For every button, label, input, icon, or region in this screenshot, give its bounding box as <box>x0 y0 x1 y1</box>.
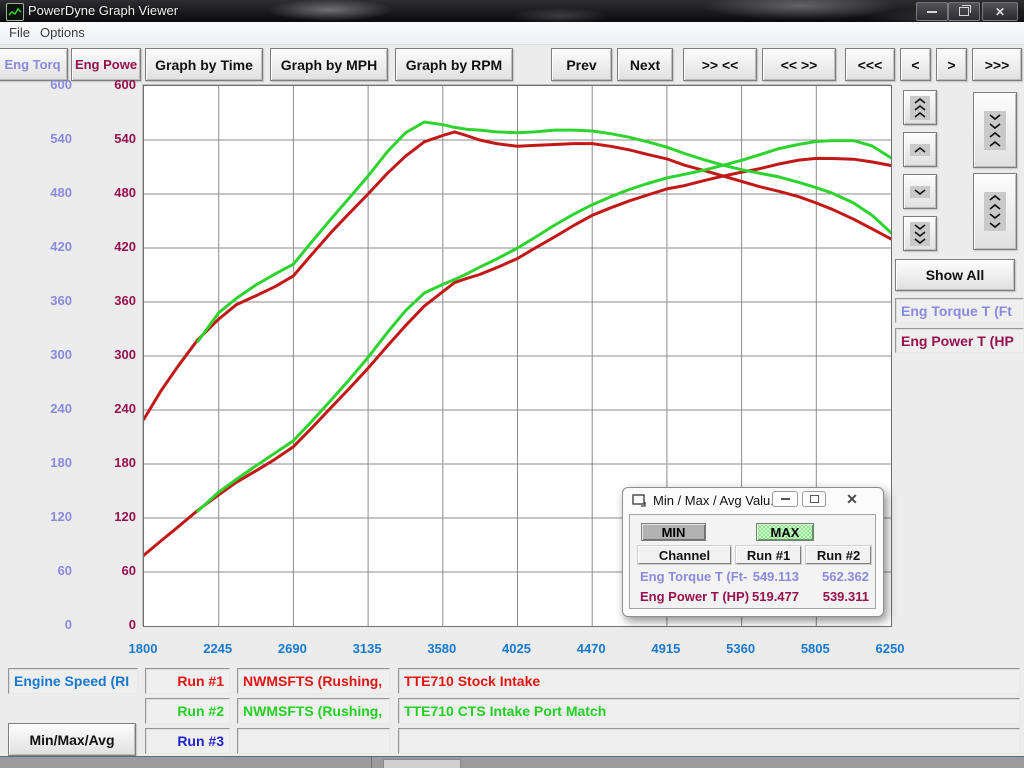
rpm-tick: 2245 <box>190 641 246 656</box>
minimize-icon <box>781 498 790 500</box>
rpm-tick: 2690 <box>264 641 320 656</box>
power-tick: 600 <box>0 77 136 92</box>
minimize-button[interactable] <box>916 2 948 21</box>
power-tick: 0 <box>0 617 136 632</box>
collapse-vertical-icon <box>984 111 1006 150</box>
close-button[interactable]: ✕ <box>982 2 1018 21</box>
torque-channel-field[interactable]: Eng Torque T (Ft <box>895 298 1024 323</box>
power-tick: 240 <box>0 401 136 416</box>
power-tick: 480 <box>0 185 136 200</box>
maximize-button[interactable] <box>948 2 980 21</box>
scale-bottom-button[interactable] <box>903 216 937 251</box>
power-row-label: Eng Power T (HP) <box>640 589 749 604</box>
run1-column-header[interactable]: Run #1 <box>736 546 801 564</box>
min-toggle-button[interactable]: MIN <box>641 523 706 541</box>
min-max-avg-dialog: Min / Max / Avg Valu... ✕ MIN MAX Channe… <box>622 487 884 617</box>
dialog-title-bar[interactable]: Min / Max / Avg Valu... ✕ <box>623 488 883 513</box>
minimize-icon <box>927 11 937 13</box>
run3-comment-field[interactable] <box>398 728 1020 754</box>
go-first-button[interactable]: <<< <box>845 48 895 81</box>
torque-run2-max: 562.362 <box>807 569 869 584</box>
run2-column-header[interactable]: Run #2 <box>806 546 871 564</box>
max-toggle-button[interactable]: MAX <box>756 523 814 541</box>
graph-by-mph-button[interactable]: Graph by MPH <box>270 48 388 81</box>
collapse-y-scale-button[interactable] <box>973 92 1017 168</box>
rpm-tick: 1800 <box>115 641 171 656</box>
power-tick: 120 <box>0 509 136 524</box>
dialog-minimize-button[interactable] <box>772 491 798 507</box>
maximize-icon <box>810 495 819 503</box>
taskbar-strip <box>0 756 1024 768</box>
chevron-down-icon <box>910 186 930 198</box>
rpm-tick: 5805 <box>787 641 843 656</box>
torque-row-label: Eng Torque T (Ft- <box>640 569 747 584</box>
zoom-in-x-button[interactable]: >> << <box>683 48 757 81</box>
chevrons-bottom-icon <box>910 222 930 246</box>
channel-column-header[interactable]: Channel <box>638 546 731 564</box>
go-last-button[interactable]: >>> <box>972 48 1022 81</box>
rpm-tick: 4025 <box>489 641 545 656</box>
dialog-title: Min / Max / Avg Valu... <box>653 493 781 508</box>
menu-bar: File Options <box>0 22 1024 45</box>
chevrons-top-icon <box>910 96 930 120</box>
next-button[interactable]: Next <box>617 48 673 81</box>
dialog-maximize-button[interactable] <box>802 491 826 507</box>
prev-button[interactable]: Prev <box>551 48 612 81</box>
power-tick: 540 <box>0 131 136 146</box>
power-run1-max: 519.477 <box>737 589 799 604</box>
run2-label: Run #2 <box>145 698 230 724</box>
scale-down-button[interactable] <box>903 174 937 209</box>
power-tick: 180 <box>0 455 136 470</box>
rpm-tick: 5360 <box>713 641 769 656</box>
restore-icon <box>959 7 969 16</box>
power-channel-field[interactable]: Eng Power T (HP <box>895 328 1024 353</box>
chevron-up-icon <box>910 144 930 156</box>
dialog-window-icon[interactable] <box>632 494 647 507</box>
close-icon: ✕ <box>995 6 1005 18</box>
dialog-body: MIN MAX Channel Run #1 Run #2 Eng Torque… <box>629 514 876 609</box>
power-tick: 60 <box>0 563 136 578</box>
run1-comment-field[interactable]: TTE710 Stock Intake <box>398 668 1020 694</box>
torque-run1-max: 549.113 <box>737 569 799 584</box>
run3-file-field[interactable] <box>237 728 390 754</box>
x-channel-field[interactable]: Engine Speed (RI <box>8 668 138 694</box>
scale-up-button[interactable] <box>903 132 937 167</box>
close-icon: ✕ <box>846 491 858 508</box>
rpm-tick: 3135 <box>339 641 395 656</box>
graph-by-time-button[interactable]: Graph by Time <box>145 48 263 81</box>
power-tick: 420 <box>0 239 136 254</box>
rpm-tick: 6250 <box>862 641 918 656</box>
rpm-tick: 4915 <box>638 641 694 656</box>
powerdyne-window: PowerDyne Graph Viewer ✕ File Options En… <box>0 0 1024 768</box>
power-tick: 360 <box>0 293 136 308</box>
taskbar-item <box>383 759 461 768</box>
graph-by-rpm-button[interactable]: Graph by RPM <box>395 48 513 81</box>
run2-comment-field[interactable]: TTE710 CTS Intake Port Match <box>398 698 1020 724</box>
title-bar[interactable]: PowerDyne Graph Viewer ✕ <box>0 0 1024 23</box>
power-tick: 300 <box>0 347 136 362</box>
min-max-avg-button[interactable]: Min/Max/Avg <box>8 723 136 756</box>
expand-y-scale-button[interactable] <box>973 173 1017 250</box>
expand-vertical-icon <box>984 192 1006 231</box>
run3-label: Run #3 <box>145 728 230 754</box>
power-run2-max: 539.311 <box>807 589 869 604</box>
scale-top-button[interactable] <box>903 90 937 125</box>
step-back-button[interactable]: < <box>900 48 931 81</box>
run2-file-field[interactable]: NWMSFTS (Rushing, <box>237 698 390 724</box>
show-all-button[interactable]: Show All <box>895 259 1015 291</box>
rpm-tick: 3580 <box>414 641 470 656</box>
taskbar-divider <box>371 757 372 768</box>
zoom-out-x-button[interactable]: << >> <box>762 48 836 81</box>
dialog-close-button[interactable]: ✕ <box>837 490 867 508</box>
run1-label: Run #1 <box>145 668 230 694</box>
step-forward-button[interactable]: > <box>936 48 967 81</box>
run1-file-field[interactable]: NWMSFTS (Rushing, <box>237 668 390 694</box>
rpm-tick: 4470 <box>563 641 619 656</box>
